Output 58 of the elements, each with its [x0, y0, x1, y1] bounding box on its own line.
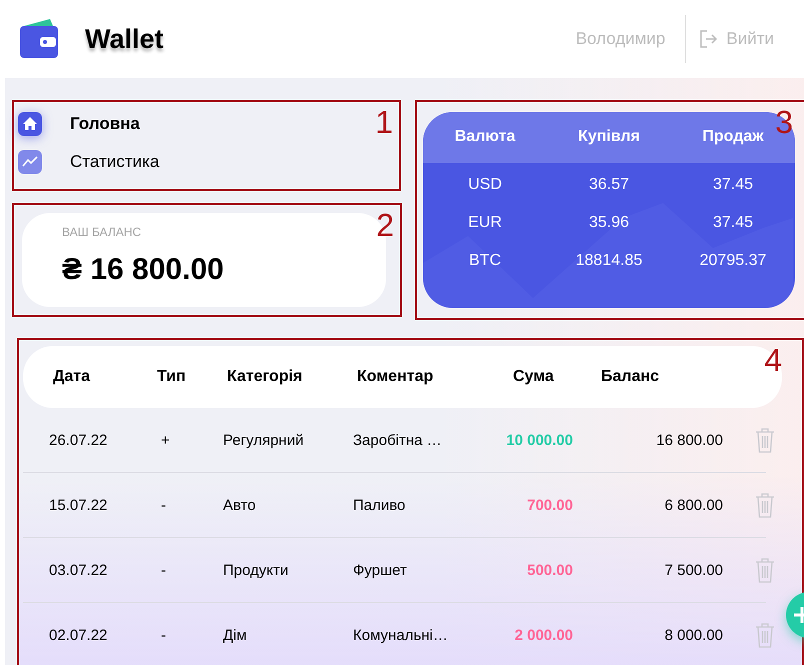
amount-cell-text: 700.00	[526, 496, 573, 514]
table-cell-text: 16 800.00	[655, 432, 723, 448]
annotation-number: 2	[376, 209, 394, 241]
table-cell-text: Паливо	[353, 496, 406, 514]
column-header: Тип	[157, 368, 187, 386]
table-cell-text: -	[160, 626, 167, 644]
table-cell-text: Дім	[223, 626, 248, 644]
currency-cell-text: 20795.37	[698, 251, 768, 271]
currency-cell-text: USD	[467, 175, 503, 195]
trash-icon[interactable]	[755, 622, 775, 648]
balance-label: ВАШ БАЛАНС	[62, 225, 142, 239]
table-cell-text: 6 800.00	[664, 496, 723, 514]
column-header: Сума	[512, 368, 555, 386]
currency-cell-text: 35.96	[588, 213, 630, 233]
logo-text: Wallet	[85, 24, 164, 54]
amount-cell-text: 10 000.00	[505, 432, 573, 448]
trash-icon[interactable]	[755, 427, 775, 453]
table-cell-text: Авто	[223, 496, 257, 514]
currency-cell-text: EUR	[467, 213, 503, 233]
currency-cell-text: 37.45	[712, 213, 754, 233]
trash-icon[interactable]	[755, 492, 775, 518]
column-header: Баланс	[600, 368, 660, 386]
trash-icon[interactable]	[755, 557, 775, 583]
table-cell-text: Регулярний	[223, 432, 305, 448]
table-cell-text: 15.07.22	[49, 496, 108, 514]
column-header: Продаж	[701, 128, 765, 146]
balance-amount: ₴ 16 800.00	[62, 253, 225, 287]
table-cell-text: 02.07.22	[49, 626, 108, 644]
currency-cell-text: 36.57	[588, 175, 630, 195]
currency-cell-text: 37.45	[712, 175, 754, 195]
table-cell-text: Комунальні…	[353, 626, 449, 644]
currency-cell-text: BTC	[468, 251, 502, 271]
exit-icon	[698, 29, 718, 49]
currency-cell-text: 18814.85	[574, 251, 644, 271]
column-header: Купівля	[577, 128, 641, 146]
column-header: Коментар	[357, 368, 434, 386]
column-header: Валюта	[454, 128, 516, 146]
table-cell-text: -	[160, 496, 167, 514]
user-name: Володимир	[576, 15, 686, 63]
table-cell-text: +	[160, 432, 171, 448]
table-cell-text: Фуршет	[353, 562, 408, 578]
amount-cell-text: 500.00	[526, 562, 573, 578]
nav-item[interactable]: Головна	[18, 112, 140, 136]
table-cell-text: 7 500.00	[664, 562, 723, 578]
table-cell-text: 8 000.00	[664, 626, 723, 644]
annotation-number: 4	[764, 344, 782, 376]
nav-item[interactable]: Статистика	[18, 150, 160, 174]
amount-cell-text: 2 000.00	[514, 626, 573, 644]
table-cell-text: 03.07.22	[49, 562, 108, 578]
annotation-number: 1	[375, 106, 393, 138]
chart-icon	[18, 150, 42, 174]
column-header: Дата	[53, 368, 92, 386]
table-cell-text: -	[160, 562, 167, 578]
table-cell-text: Заробітна …	[353, 432, 443, 448]
table-cell-text: Продукти	[223, 562, 290, 578]
home-icon	[18, 112, 42, 136]
column-header: Категорія	[227, 368, 304, 386]
table-cell-text: 26.07.22	[49, 432, 108, 448]
